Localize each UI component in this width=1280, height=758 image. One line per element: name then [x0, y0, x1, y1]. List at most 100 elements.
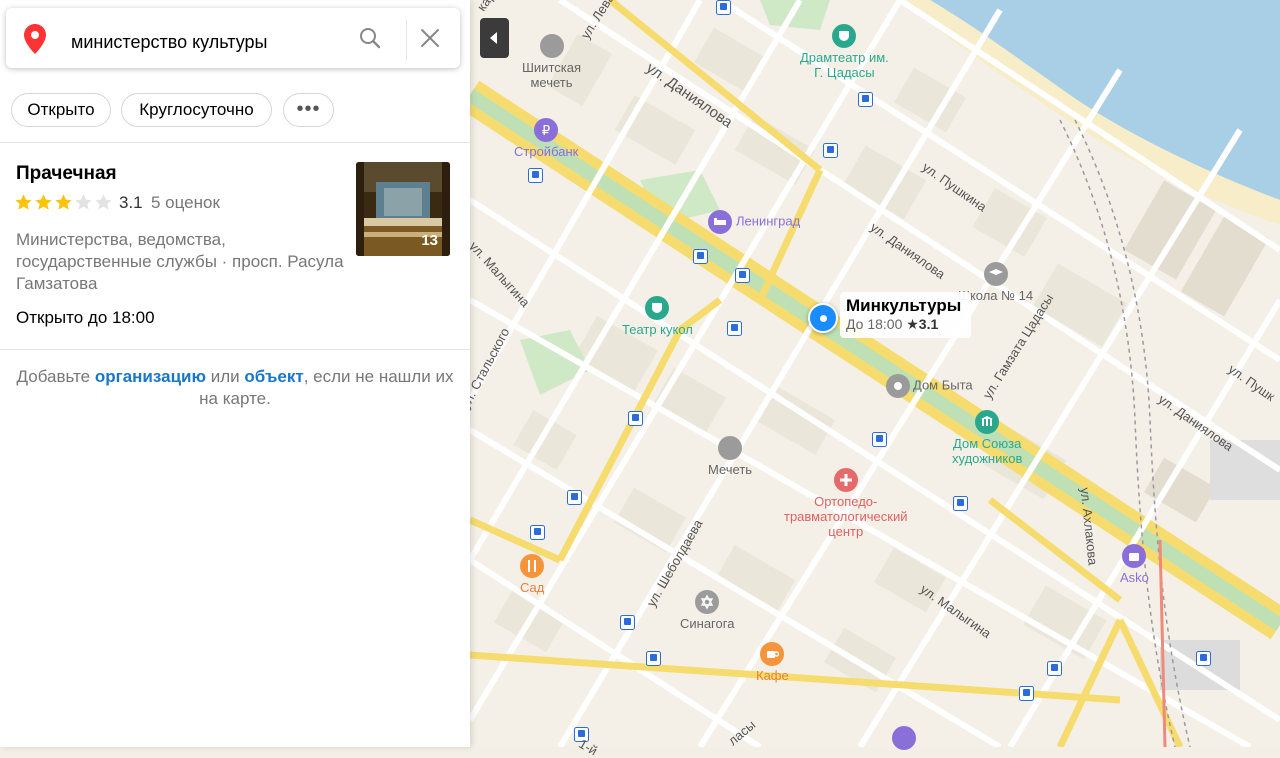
- bus-stop-icon[interactable]: [528, 168, 543, 183]
- add-organization-link[interactable]: организацию: [95, 367, 206, 386]
- bus-stop-icon[interactable]: [1047, 661, 1062, 676]
- close-icon[interactable]: [418, 26, 442, 50]
- map-poi-leningrad[interactable]: Ленинград: [708, 210, 800, 234]
- result-title[interactable]: Прачечная: [16, 163, 117, 185]
- poi-label: Дом Быта: [913, 377, 973, 393]
- map-poi-drama-theatre[interactable]: Драмтеатр им. Г. Цадасы: [800, 24, 889, 80]
- theatre-icon: [832, 24, 857, 48]
- mosque-icon: [718, 436, 743, 460]
- result-hours: Открыто до 18:00: [16, 308, 155, 327]
- poi-label: художников: [952, 451, 1023, 466]
- hint-text: или: [210, 367, 240, 386]
- rating-stars: [14, 193, 114, 213]
- marker-hours: До 18:00: [846, 316, 903, 332]
- museum-icon: [975, 410, 1000, 434]
- search-input[interactable]: [71, 30, 341, 54]
- service-icon: [886, 374, 910, 398]
- add-object-link[interactable]: объект: [244, 367, 303, 386]
- divider: [0, 142, 470, 143]
- star-empty-icon: [95, 194, 112, 210]
- poi-label: травматологический: [784, 509, 908, 524]
- synagogue-icon: [695, 590, 720, 614]
- star-filled-icon: [35, 194, 52, 210]
- shop-icon: [1122, 544, 1147, 568]
- hotel-icon: [708, 210, 732, 234]
- hospital-icon: [833, 468, 858, 492]
- marker-rating: ★3.1: [906, 316, 939, 332]
- map-poi-cafe[interactable]: Кафе: [756, 642, 789, 683]
- restaurant-icon: [520, 554, 545, 578]
- bus-stop-icon[interactable]: [735, 268, 750, 283]
- poi-label: Дом Союза: [953, 436, 1022, 451]
- map-poi-dom-byta[interactable]: Дом Быта: [886, 374, 973, 398]
- search-box: [6, 8, 460, 68]
- poi-label: Ортопедо-: [814, 494, 878, 509]
- bus-stop-icon[interactable]: [628, 411, 643, 426]
- place-icon: [892, 726, 916, 750]
- mosque-icon: [539, 34, 564, 58]
- cafe-icon: [760, 642, 785, 666]
- search-separator: [406, 20, 407, 60]
- map-poi-mosque[interactable]: Мечеть: [708, 436, 752, 477]
- bus-stop-icon[interactable]: [567, 490, 582, 505]
- map-poi-asko[interactable]: Asko: [1120, 544, 1149, 585]
- star-empty-icon: [75, 194, 92, 210]
- map-pin-icon: [24, 24, 46, 54]
- photo-count: 13: [421, 232, 438, 249]
- filter-around-the-clock[interactable]: Круглосуточно: [121, 93, 272, 127]
- poi-label: центр: [828, 524, 864, 539]
- map-poi-puppet-theatre[interactable]: Театр кукол: [622, 296, 693, 337]
- bus-stop-icon[interactable]: [953, 496, 968, 511]
- bus-stop-icon[interactable]: [858, 92, 873, 107]
- poi-label: Стройбанк: [514, 144, 579, 159]
- poi-label: мечеть: [530, 75, 573, 90]
- rating-count[interactable]: 5 оценок: [151, 193, 220, 213]
- bus-stop-icon[interactable]: [872, 432, 887, 447]
- selected-marker-card[interactable]: Минкультуры До 18:00 ★3.1: [840, 292, 972, 338]
- sidebar: Открыто Круглосуточно ••• Прачечная 3.1 …: [0, 0, 470, 747]
- result-photo[interactable]: 13: [356, 162, 450, 256]
- map-poi-shiite-mosque[interactable]: Шиитская мечеть: [522, 34, 581, 90]
- add-organization-hint: Добавьте организацию или объект, если не…: [10, 366, 460, 410]
- bank-icon: ₽: [534, 118, 559, 142]
- map-poi-bottom[interactable]: [892, 726, 916, 752]
- poi-label: Г. Цадасы: [814, 65, 875, 80]
- map-poi-sad[interactable]: Сад: [520, 554, 544, 595]
- selected-marker[interactable]: [808, 303, 838, 333]
- chevron-left-icon: [490, 32, 497, 44]
- map-poi-artists-house[interactable]: Дом Союза художников: [952, 410, 1022, 466]
- map-poi-stroybank[interactable]: ₽ Стройбанк: [514, 118, 578, 159]
- bus-stop-icon[interactable]: [823, 143, 838, 158]
- poi-label: Синагога: [680, 616, 735, 631]
- poi-label: Ленинград: [736, 213, 801, 229]
- svg-text:₽: ₽: [542, 124, 550, 139]
- rating-value: 3.1: [119, 193, 143, 212]
- poi-label: Кафе: [756, 668, 789, 683]
- poi-label: Драмтеатр им.: [800, 50, 889, 65]
- more-dots-icon: •••: [296, 98, 321, 120]
- marker-name: Минкультуры: [846, 296, 962, 315]
- bus-stop-icon[interactable]: [530, 525, 545, 540]
- search-icon[interactable]: [358, 26, 382, 50]
- bus-stop-icon[interactable]: [716, 0, 731, 15]
- map-poi-ortho-center[interactable]: Ортопедо- травматологический центр: [784, 468, 908, 539]
- bus-stop-icon[interactable]: [693, 249, 708, 264]
- bus-stop-icon[interactable]: [727, 321, 742, 336]
- star-filled-icon: [55, 194, 72, 210]
- divider: [0, 349, 470, 350]
- hint-text: Добавьте: [16, 367, 91, 386]
- marker-subtitle: До 18:00 ★3.1: [846, 316, 961, 333]
- result-description: Министерства, ведомства, государственные…: [16, 230, 344, 293]
- theatre-icon: [645, 296, 670, 320]
- filter-more-button[interactable]: •••: [283, 93, 334, 127]
- poi-label: Шиитская: [522, 60, 581, 75]
- bus-stop-icon[interactable]: [620, 615, 635, 630]
- poi-label: Мечеть: [708, 462, 753, 477]
- filter-open-now[interactable]: Открыто: [11, 93, 111, 127]
- poi-label: Asko: [1120, 570, 1149, 585]
- map-poi-synagogue[interactable]: Синагога: [680, 590, 734, 631]
- collapse-panel-button[interactable]: [480, 18, 509, 58]
- bus-stop-icon[interactable]: [1196, 651, 1211, 666]
- bus-stop-icon[interactable]: [646, 651, 661, 666]
- bus-stop-icon[interactable]: [1019, 686, 1034, 701]
